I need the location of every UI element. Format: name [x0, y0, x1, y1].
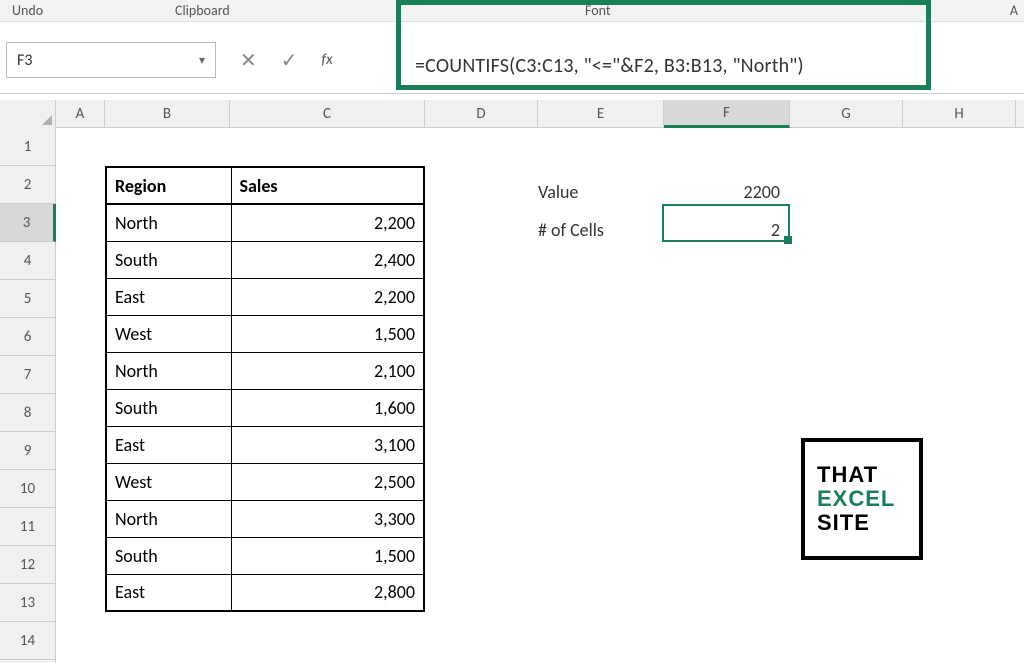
- ribbon-label-a: A: [1010, 2, 1018, 19]
- col-header-a[interactable]: A: [56, 100, 105, 128]
- grid-area: 1 2 3 4 5 6 7 8 9 10 11 12 13 14 Region …: [0, 128, 1024, 663]
- ribbon-label-undo: Undo: [12, 2, 43, 19]
- table-header-row: Region Sales: [106, 167, 424, 204]
- table-row: North2,200: [106, 204, 424, 241]
- col-header-c[interactable]: C: [230, 100, 425, 128]
- col-header-h[interactable]: H: [903, 100, 1016, 128]
- enter-icon[interactable]: ✓: [281, 48, 298, 73]
- table-row: West2,500: [106, 463, 424, 500]
- logo-line-1: THAT: [817, 463, 919, 487]
- col-header-e[interactable]: E: [538, 100, 664, 128]
- table-row: North3,300: [106, 500, 424, 537]
- table-row: East2,800: [106, 574, 424, 611]
- col-header-b[interactable]: B: [105, 100, 230, 128]
- row-header-3[interactable]: 3: [0, 204, 56, 242]
- row-header-7[interactable]: 7: [0, 356, 55, 394]
- formula-bar-row: F3 ▾ ✕ ✓ fx =COUNTIFS(C3:C13, "<="&F2, B…: [0, 24, 1024, 94]
- table-row: East2,200: [106, 278, 424, 315]
- table-row: South1,600: [106, 389, 424, 426]
- table-row: West1,500: [106, 315, 424, 352]
- chevron-down-icon[interactable]: ▾: [199, 53, 205, 68]
- value-label[interactable]: Value: [538, 173, 604, 211]
- cells-count-cell[interactable]: 2: [664, 211, 790, 249]
- formula-bar-input[interactable]: =COUNTIFS(C3:C13, "<="&F2, B3:B13, "Nort…: [415, 54, 804, 78]
- row-header-1[interactable]: 1: [0, 128, 55, 166]
- cells-label[interactable]: # of Cells: [538, 211, 604, 249]
- cells-area[interactable]: Region Sales North2,200 South2,400 East2…: [56, 128, 1024, 663]
- data-table: Region Sales North2,200 South2,400 East2…: [105, 166, 425, 612]
- col-header-g[interactable]: G: [790, 100, 903, 128]
- row-header-5[interactable]: 5: [0, 280, 55, 318]
- side-labels: Value # of Cells: [538, 173, 604, 249]
- name-box-value: F3: [17, 51, 32, 70]
- row-header-12[interactable]: 12: [0, 546, 55, 584]
- table-row: South1,500: [106, 537, 424, 574]
- row-header-9[interactable]: 9: [0, 432, 55, 470]
- row-header-10[interactable]: 10: [0, 470, 55, 508]
- ribbon-label-font: Font: [585, 2, 611, 19]
- row-header-2[interactable]: 2: [0, 166, 55, 204]
- logo-line-3: SITE: [817, 511, 919, 535]
- side-values: 2200 2: [664, 173, 790, 249]
- that-excel-site-logo: THAT EXCEL SITE: [801, 438, 923, 560]
- ribbon-group-labels: Undo Clipboard Font A: [0, 0, 1024, 22]
- name-box[interactable]: F3 ▾: [6, 42, 216, 78]
- row-header-8[interactable]: 8: [0, 394, 55, 432]
- fx-icon[interactable]: fx: [322, 51, 333, 69]
- header-region[interactable]: Region: [106, 167, 231, 204]
- logo-line-2: EXCEL: [817, 487, 919, 511]
- cancel-icon[interactable]: ✕: [240, 48, 257, 73]
- ribbon-label-clipboard: Clipboard: [175, 2, 230, 19]
- table-row: South2,400: [106, 241, 424, 278]
- row-header-4[interactable]: 4: [0, 242, 55, 280]
- row-header-11[interactable]: 11: [0, 508, 55, 546]
- row-header-13[interactable]: 13: [0, 584, 55, 622]
- header-sales[interactable]: Sales: [231, 167, 424, 204]
- row-header-14[interactable]: 14: [0, 622, 55, 660]
- select-all-corner[interactable]: [0, 100, 56, 128]
- col-header-f[interactable]: F: [664, 100, 790, 128]
- column-headers: A B C D E F G H: [0, 100, 1024, 128]
- row-headers: 1 2 3 4 5 6 7 8 9 10 11 12 13 14: [0, 128, 56, 663]
- col-header-d[interactable]: D: [425, 100, 538, 128]
- value-cell[interactable]: 2200: [664, 173, 790, 211]
- table-row: East3,100: [106, 426, 424, 463]
- formula-bar-controls: ✕ ✓ fx: [240, 42, 333, 78]
- table-row: North2,100: [106, 352, 424, 389]
- row-header-6[interactable]: 6: [0, 318, 55, 356]
